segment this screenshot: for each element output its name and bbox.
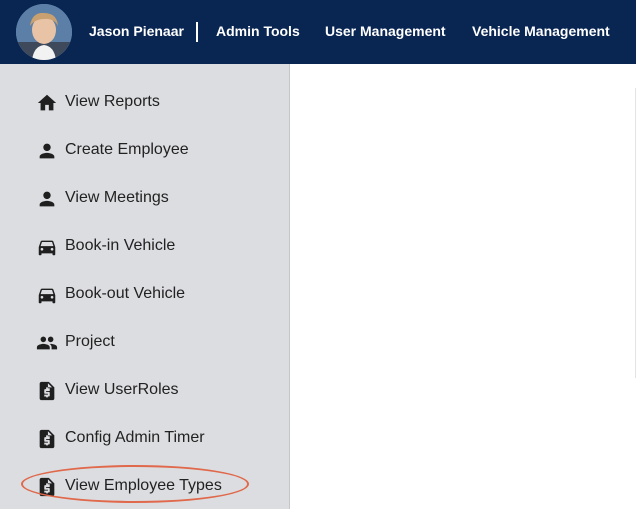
main-content bbox=[290, 64, 636, 509]
sidebar-item-config-admin-timer[interactable]: Config Admin Timer bbox=[0, 414, 289, 462]
sidebar-item-view-employee-types[interactable]: View Employee Types bbox=[0, 462, 289, 510]
sidebar-item-view-userroles[interactable]: View UserRoles bbox=[0, 366, 289, 414]
people-icon bbox=[36, 332, 58, 354]
sidebar-item-label: View Reports bbox=[65, 93, 160, 110]
sidebar-item-label: View Employee Types bbox=[65, 477, 222, 494]
menu-admin-tools[interactable]: Admin Tools bbox=[216, 23, 300, 39]
person-icon bbox=[36, 140, 58, 162]
sidebar-item-book-out-vehicle[interactable]: Book-out Vehicle bbox=[0, 270, 289, 318]
dollar-document-icon bbox=[36, 476, 58, 498]
dollar-document-icon bbox=[36, 428, 58, 450]
sidebar-item-create-employee[interactable]: Create Employee bbox=[0, 126, 289, 174]
sidebar-item-label: View UserRoles bbox=[65, 381, 179, 398]
sidebar-item-label: Config Admin Timer bbox=[65, 429, 205, 446]
user-name[interactable]: Jason Pienaar bbox=[89, 23, 184, 39]
sidebar-item-view-reports[interactable]: View Reports bbox=[0, 78, 289, 126]
sidebar-item-view-meetings[interactable]: View Meetings bbox=[0, 174, 289, 222]
car-icon bbox=[36, 236, 58, 258]
avatar[interactable] bbox=[16, 4, 72, 60]
sidebar-item-book-in-vehicle[interactable]: Book-in Vehicle bbox=[0, 222, 289, 270]
top-nav-bar: Jason Pienaar Admin Tools User Managemen… bbox=[0, 0, 636, 64]
sidebar-item-label: Book-in Vehicle bbox=[65, 237, 176, 254]
sidebar-item-label: View Meetings bbox=[65, 189, 169, 206]
home-icon bbox=[36, 92, 58, 114]
sidebar-item-label: Create Employee bbox=[65, 141, 189, 158]
sidebar-item-label: Book-out Vehicle bbox=[65, 285, 186, 302]
sidebar-item-label: Project bbox=[65, 333, 115, 350]
sidebar: View Reports Create Employee View Meetin… bbox=[0, 64, 290, 509]
car-icon bbox=[36, 284, 58, 306]
header-divider bbox=[196, 22, 198, 42]
person-icon bbox=[36, 188, 58, 210]
sidebar-item-project[interactable]: Project bbox=[0, 318, 289, 366]
menu-user-management[interactable]: User Management bbox=[325, 23, 446, 39]
menu-vehicle-management[interactable]: Vehicle Management bbox=[472, 23, 610, 39]
dollar-document-icon bbox=[36, 380, 58, 402]
